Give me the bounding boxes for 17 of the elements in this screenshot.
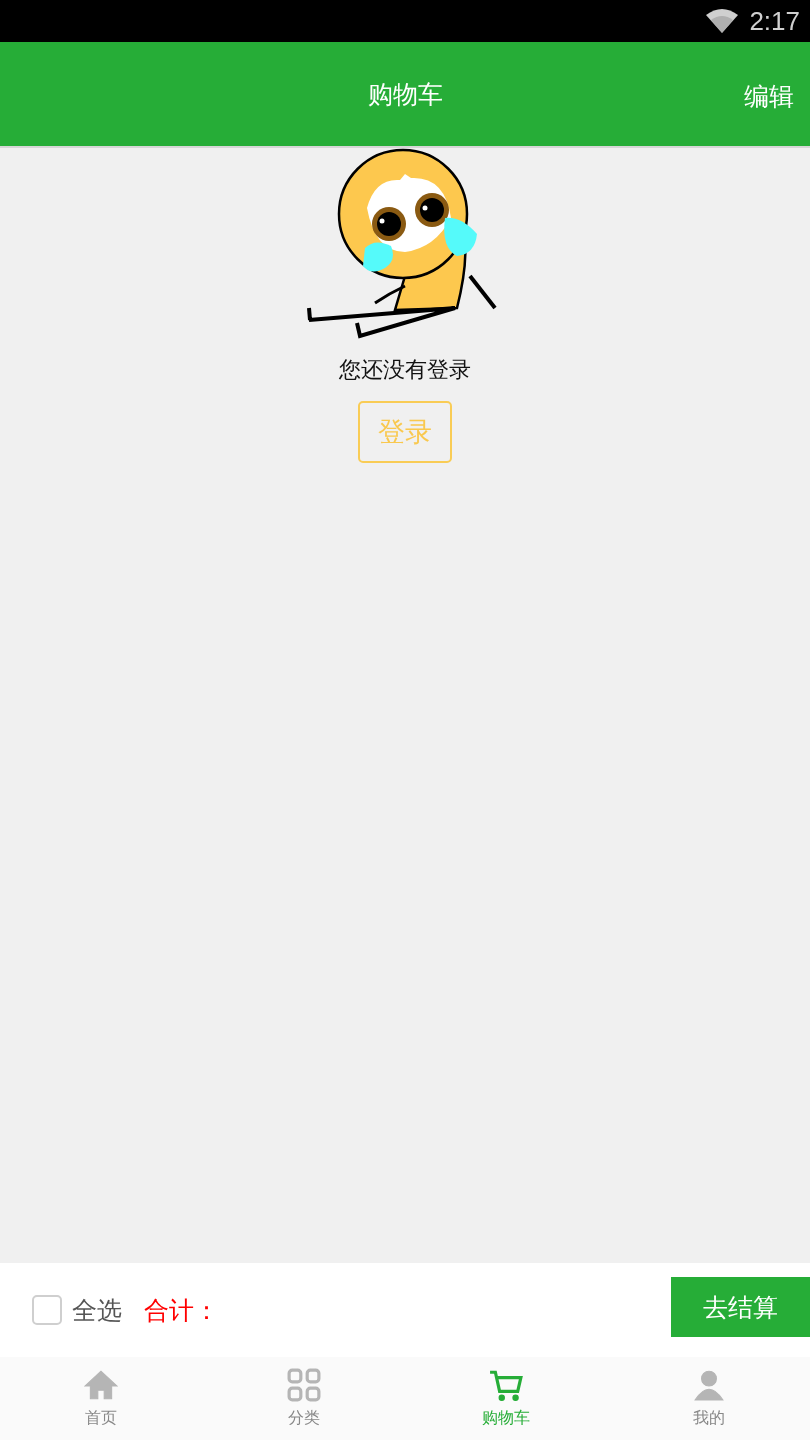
tab-item[interactable]: 分类 [202,1357,405,1440]
edit-button[interactable]: 编辑 [744,80,794,113]
page-title: 购物车 [367,78,443,111]
person-icon [691,1368,726,1402]
wifi-icon [705,8,740,34]
status-time: 2:17 [749,5,800,37]
select-all-checkbox[interactable] [32,1295,62,1325]
home-icon [84,1368,119,1402]
cart-icon [489,1368,524,1402]
total-label: 合计： [144,1294,219,1327]
checkout-button[interactable]: 去结算 [671,1277,810,1337]
tab-item[interactable]: 我的 [607,1357,810,1440]
grid-icon [286,1368,321,1402]
select-all-label[interactable]: 全选 [72,1293,122,1327]
tab-item[interactable]: 购物车 [405,1357,608,1440]
empty-message: 您还没有登录 [339,356,471,384]
tab-item[interactable]: 首页 [0,1357,203,1440]
